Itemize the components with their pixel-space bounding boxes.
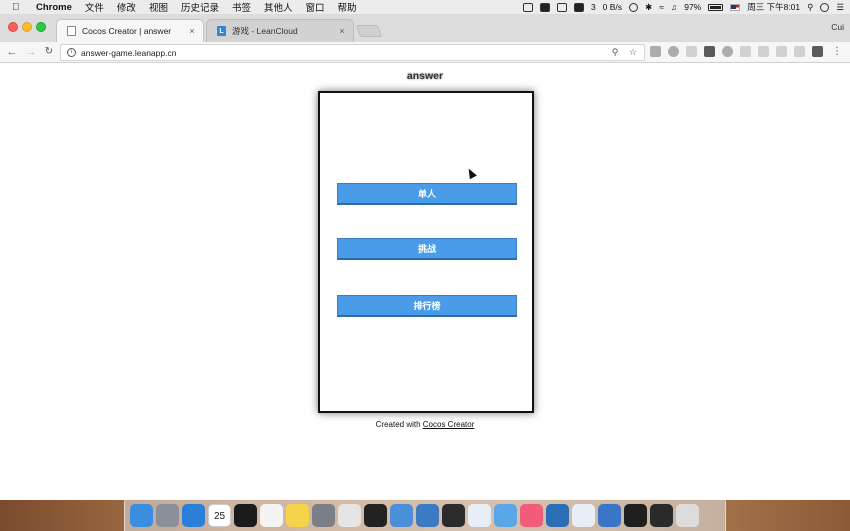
browser-window: Cocos Creator | answer × L 游戏 - LeanClou… (0, 14, 850, 500)
tab-close-icon[interactable]: × (185, 26, 199, 36)
safari-icon[interactable] (182, 504, 205, 527)
messages-icon[interactable] (494, 504, 517, 527)
status-area: 3 0 B/s ✱ ≈ ♫ 97% 周三 下午8:01 ⚲ ☰ (522, 0, 844, 14)
bluetooth-icon[interactable]: ✱ (645, 2, 652, 13)
dock: 25 (124, 499, 726, 531)
status-app-icon-2[interactable] (556, 2, 567, 12)
challenge-button[interactable]: 挑战 (337, 238, 517, 260)
notes-icon[interactable] (286, 504, 309, 527)
zoom-window-button[interactable] (36, 22, 46, 32)
info-extension-icon[interactable] (722, 46, 733, 57)
battery-icon[interactable] (708, 3, 724, 11)
status-info-icon[interactable] (629, 2, 639, 12)
menu-app-name[interactable]: Chrome (36, 2, 72, 13)
extension-icon-4[interactable] (704, 46, 715, 57)
status-app-icon-3[interactable] (573, 2, 584, 12)
keynote-icon[interactable] (598, 504, 621, 527)
extension-icon-9[interactable] (794, 46, 805, 57)
leaderboard-button[interactable]: 排行榜 (337, 295, 517, 317)
minimize-window-button[interactable] (22, 22, 32, 32)
obs-icon[interactable] (624, 504, 647, 527)
eyedropper-extension-icon[interactable] (650, 46, 661, 57)
cocos-creator-link[interactable]: Cocos Creator (423, 420, 475, 429)
trash-icon[interactable] (676, 504, 699, 527)
tab-strip: Cocos Creator | answer × L 游戏 - LeanClou… (0, 14, 850, 42)
menu-bar:  Chrome 文件 修改 视图 历史记录 书签 其他人 窗口 帮助 3 0 … (0, 0, 850, 14)
input-source-flag-icon[interactable] (730, 3, 741, 11)
app-icon[interactable] (468, 504, 491, 527)
extension-icon-8[interactable] (776, 46, 787, 57)
reload-button[interactable]: ↻ (42, 45, 56, 59)
github-icon[interactable] (442, 504, 465, 527)
game-canvas[interactable]: 单人 挑战 排行榜 (318, 91, 534, 413)
page-title: answer (406, 70, 444, 82)
launchpad-icon[interactable] (156, 504, 179, 527)
status-app-icon[interactable] (522, 2, 533, 12)
extension-icon-2[interactable] (668, 46, 679, 57)
battery-percent[interactable]: 97% (684, 2, 701, 12)
menu-history[interactable]: 历史记录 (181, 0, 219, 14)
extensions-bar (650, 46, 823, 57)
apple-icon[interactable]:  (12, 2, 24, 13)
app-icon-2[interactable] (572, 504, 595, 527)
spotlight-icon[interactable]: ⚲ (807, 2, 813, 13)
back-button[interactable]: ← (5, 45, 19, 59)
qq-icon[interactable] (364, 504, 387, 527)
bookmark-star-icon[interactable]: ☆ (626, 47, 640, 58)
profile-button[interactable]: Cui (831, 22, 844, 32)
tab-leancloud[interactable]: L 游戏 - LeanCloud × (206, 19, 354, 42)
chrome-menu-icon[interactable]: ⋮ (832, 45, 842, 59)
vscode-icon[interactable] (546, 504, 569, 527)
tab-title: 游戏 - LeanCloud (232, 26, 298, 36)
music-icon[interactable] (520, 504, 543, 527)
status-monitor-icon[interactable] (539, 2, 550, 12)
volume-icon[interactable]: ♫ (671, 2, 677, 12)
wifi-icon[interactable]: ≈ (659, 2, 664, 12)
extension-icon-6[interactable] (740, 46, 751, 57)
forward-button[interactable]: → (24, 45, 38, 59)
tab-cocos-creator[interactable]: Cocos Creator | answer × (56, 19, 204, 42)
tab-title: Cocos Creator | answer (82, 26, 172, 36)
browser-toolbar: ← → ↻ i answer-game.leanapp.cn ⚲ ☆ ⋮ (0, 42, 850, 63)
system-preferences-icon[interactable] (312, 504, 335, 527)
extension-icon-10[interactable] (812, 46, 823, 57)
xcode-icon[interactable] (390, 504, 413, 527)
network-speed[interactable]: 0 B/s (603, 2, 622, 12)
page-content: answer 单人 挑战 排行榜 Created with Cocos Crea… (0, 64, 850, 500)
menu-file[interactable]: 文件 (85, 0, 104, 14)
menu-window[interactable]: 窗口 (306, 0, 325, 14)
files-icon[interactable] (416, 504, 439, 527)
menu-edit[interactable]: 修改 (117, 0, 136, 14)
menu-help[interactable]: 帮助 (338, 0, 357, 14)
siri-icon[interactable] (820, 2, 830, 12)
app-icon-3[interactable] (650, 504, 673, 527)
search-icon[interactable]: ⚲ (608, 47, 622, 58)
footer-text: Created with (375, 420, 423, 429)
extension-icon-7[interactable] (758, 46, 769, 57)
notification-center-icon[interactable]: ☰ (836, 2, 844, 13)
page-favicon-icon (67, 26, 76, 36)
single-player-button[interactable]: 单人 (337, 183, 517, 205)
reminders-icon[interactable] (260, 504, 283, 527)
calendar-icon[interactable]: 25 (208, 504, 231, 527)
chrome-icon[interactable] (338, 504, 361, 527)
clock[interactable]: 周三 下午8:01 (747, 1, 800, 13)
shield-extension-icon[interactable] (686, 46, 697, 57)
terminal-icon[interactable] (234, 504, 257, 527)
url-text[interactable]: answer-game.leanapp.cn (81, 48, 608, 58)
menu-view[interactable]: 视图 (149, 0, 168, 14)
address-bar[interactable]: i answer-game.leanapp.cn ⚲ ☆ (60, 44, 645, 61)
finder-icon[interactable] (130, 504, 153, 527)
new-tab-button[interactable] (355, 25, 383, 37)
menu-bookmarks[interactable]: 书签 (232, 0, 251, 14)
status-count[interactable]: 3 (591, 2, 596, 12)
footer: Created with Cocos Creator (0, 420, 850, 429)
tab-close-icon[interactable]: × (335, 26, 349, 36)
site-info-icon[interactable]: i (67, 48, 76, 57)
leancloud-favicon-icon: L (217, 26, 226, 36)
menu-people[interactable]: 其他人 (264, 0, 293, 14)
close-window-button[interactable] (8, 22, 18, 32)
